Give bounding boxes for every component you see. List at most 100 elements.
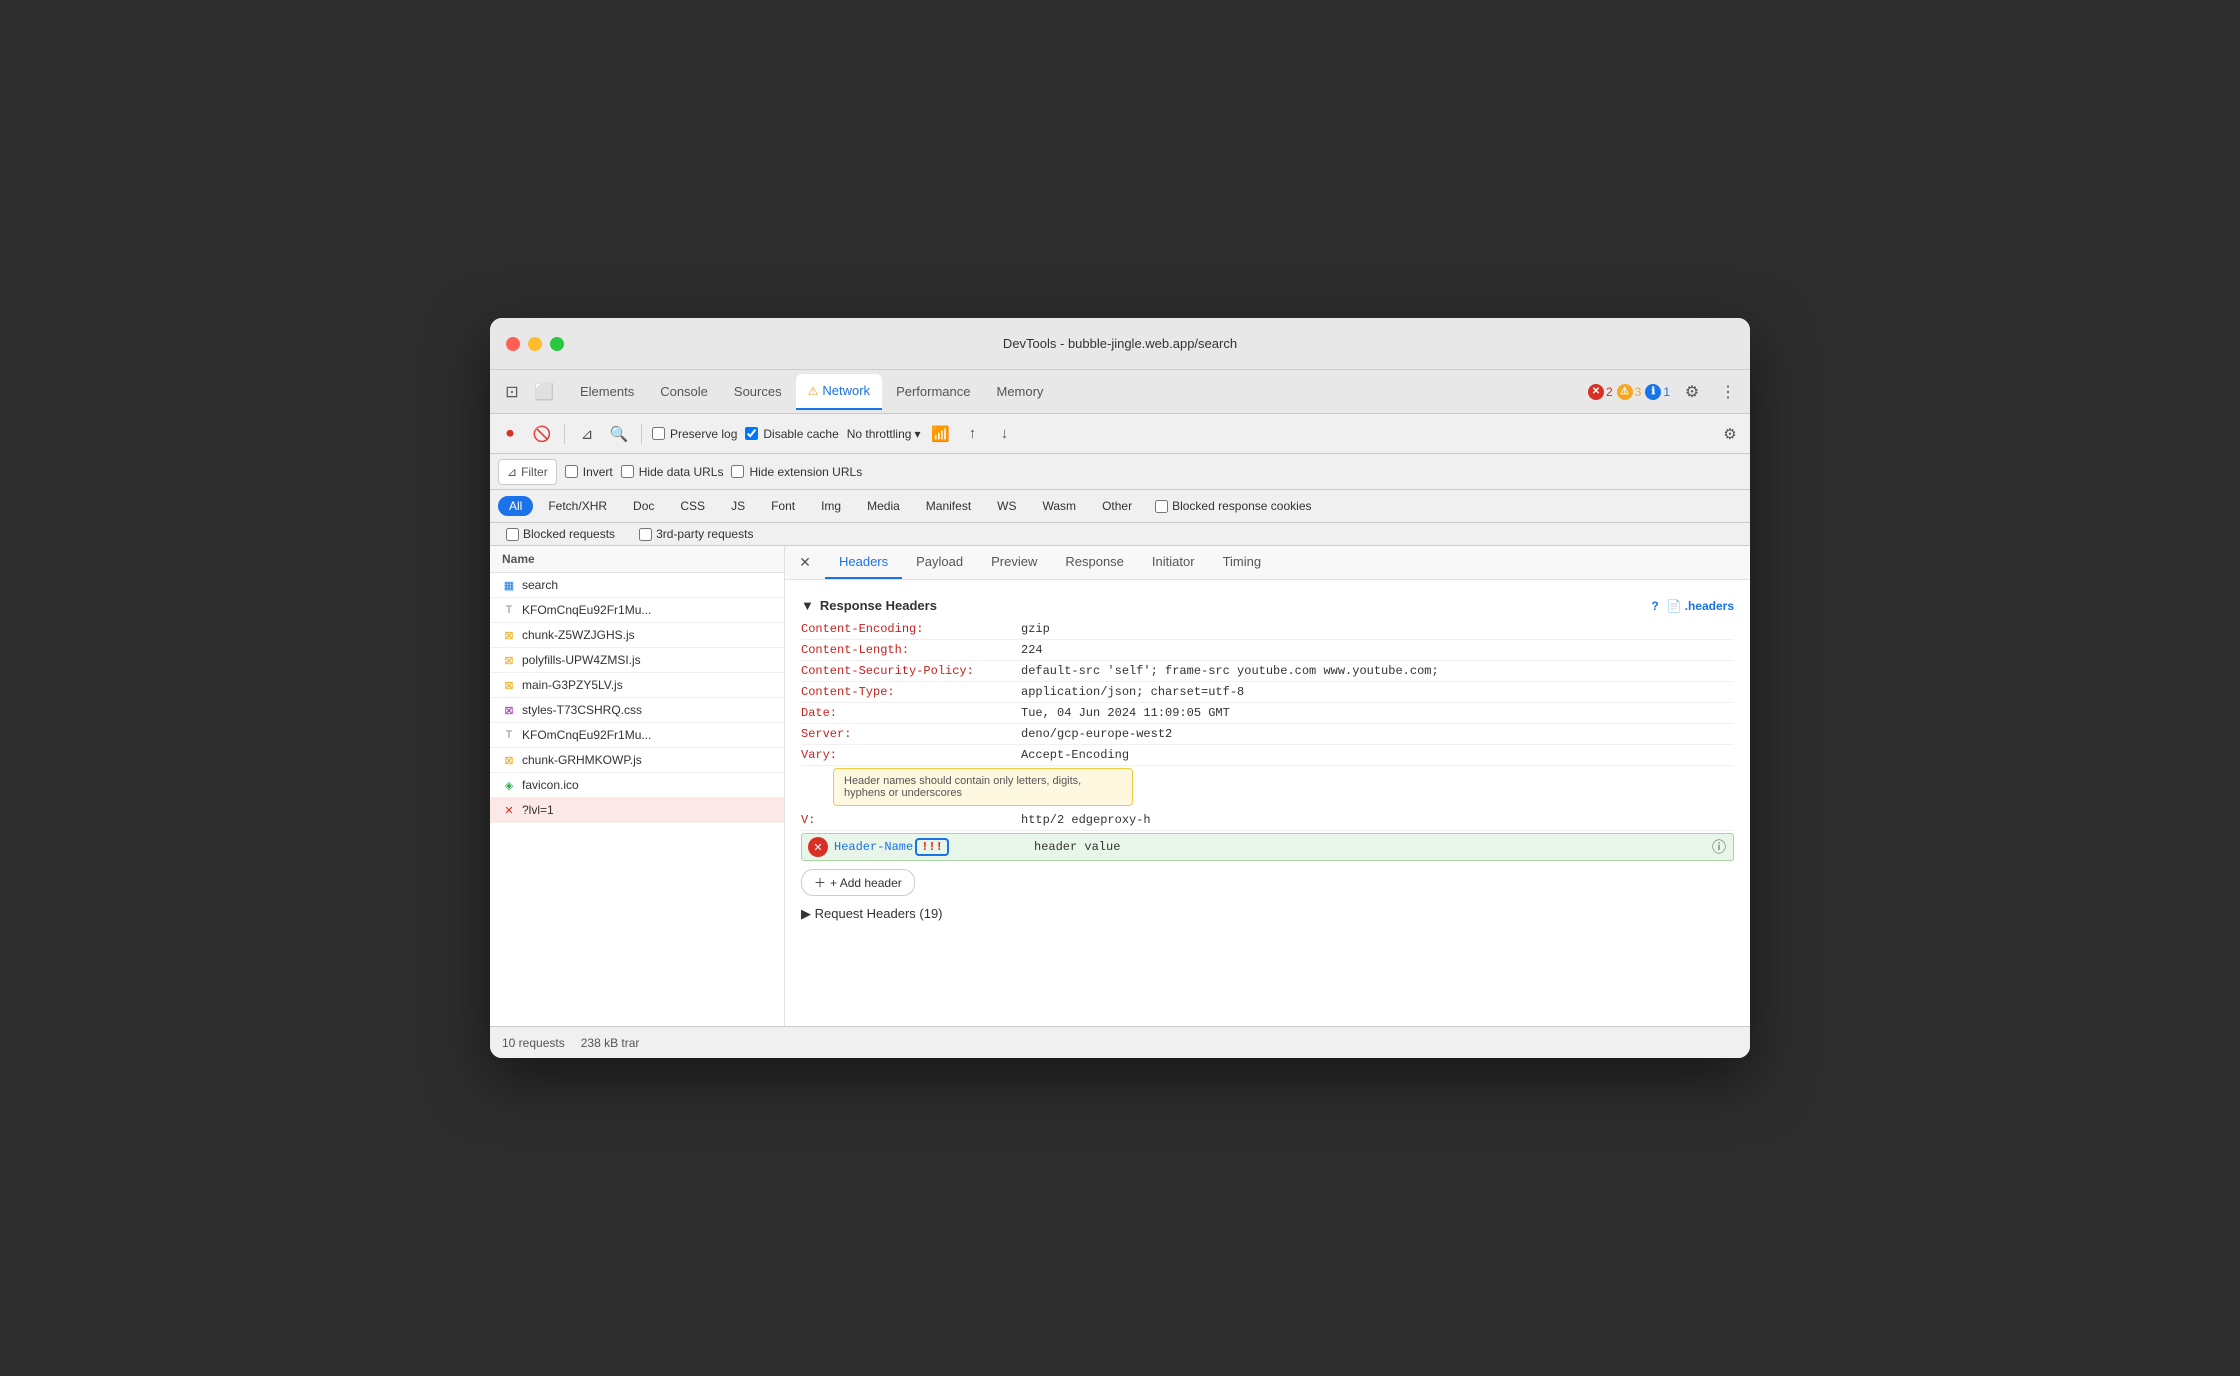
tab-network[interactable]: ⚠ Network [796, 374, 882, 410]
blocked-requests-input[interactable] [506, 528, 519, 541]
add-header-button[interactable]: ＋ + Add header [801, 869, 915, 896]
record-button[interactable]: ⏺ [498, 422, 522, 446]
devtools-body: ⊡ ⬜ Elements Console Sources ⚠ Network P… [490, 370, 1750, 1058]
info-badge: ℹ 1 [1645, 384, 1670, 400]
detail-content: ▼ Response Headers ? 📄 .headers Content [785, 580, 1750, 1026]
file-item-lvl1[interactable]: ✕ ?lvl=1 [490, 798, 784, 823]
tab-headers[interactable]: Headers [825, 546, 902, 579]
tooltip-content: Header names should contain only letters… [833, 768, 1133, 806]
type-btn-other[interactable]: Other [1091, 496, 1143, 516]
file-item-kfom2[interactable]: T KFOmCnqEu92Fr1Mu... [490, 723, 784, 748]
file-item-polyfills[interactable]: ⊠ polyfills-UPW4ZMSI.js [490, 648, 784, 673]
type-btn-img[interactable]: Img [810, 496, 852, 516]
type-btn-js[interactable]: JS [720, 496, 756, 516]
type-btn-css[interactable]: CSS [669, 496, 716, 516]
collapse-icon: ▼ [801, 598, 814, 613]
tab-bar-icons: ⊡ ⬜ [498, 378, 558, 406]
tab-preview[interactable]: Preview [977, 546, 1051, 579]
tab-performance[interactable]: Performance [884, 374, 982, 410]
more-options-icon[interactable]: ⋮ [1714, 378, 1742, 406]
close-detail-button[interactable]: ✕ [793, 551, 817, 575]
type-btn-font[interactable]: Font [760, 496, 806, 516]
file-item-chunk-grh[interactable]: ⊠ chunk-GRHMKOWP.js [490, 748, 784, 773]
throttle-select[interactable]: No throttling ▾ [847, 427, 921, 441]
tab-response[interactable]: Response [1051, 546, 1138, 579]
type-btn-manifest[interactable]: Manifest [915, 496, 982, 516]
wifi-icon[interactable]: 📶 [928, 422, 952, 446]
type-btn-fetch[interactable]: Fetch/XHR [537, 496, 618, 516]
transferred-size: 238 kB trar [581, 1036, 640, 1050]
maximize-button[interactable] [550, 337, 564, 351]
tab-elements[interactable]: Elements [568, 374, 646, 410]
disable-cache-checkbox[interactable]: Disable cache [745, 427, 838, 441]
device-toolbar-icon[interactable]: ⬜ [530, 378, 558, 406]
status-bar: 10 requests 238 kB trar [490, 1026, 1750, 1058]
clear-button[interactable]: 🚫 [530, 422, 554, 446]
close-button[interactable] [506, 337, 520, 351]
disable-cache-input[interactable] [745, 427, 758, 440]
type-btn-media[interactable]: Media [856, 496, 911, 516]
warn-badge: ⚠ 3 [1617, 384, 1642, 400]
tab-console[interactable]: Console [648, 374, 720, 410]
preserve-log-input[interactable] [652, 427, 665, 440]
inspect-element-icon[interactable]: ⊡ [498, 378, 526, 406]
minimize-button[interactable] [528, 337, 542, 351]
hide-ext-urls-checkbox[interactable]: Hide extension URLs [731, 465, 862, 479]
tab-sources[interactable]: Sources [722, 374, 794, 410]
type-btn-all[interactable]: All [498, 496, 533, 516]
export-icon[interactable]: ↑ [960, 422, 984, 446]
help-icon[interactable]: ? [1651, 599, 1658, 613]
file-item-search[interactable]: ▦ search [490, 573, 784, 598]
file-item-main[interactable]: ⊠ main-G3PZY5LV.js [490, 673, 784, 698]
request-headers-section[interactable]: ▶ Request Headers (19) [801, 902, 1734, 926]
type-btn-doc[interactable]: Doc [622, 496, 665, 516]
js-icon3: ⊠ [502, 678, 516, 692]
blocked-cookies-input[interactable] [1155, 500, 1168, 513]
header-row-content-type: Content-Type: application/json; charset=… [801, 682, 1734, 703]
file-item-chunk-z5w[interactable]: ⊠ chunk-Z5WZJGHS.js [490, 623, 784, 648]
header-row-content-encoding: Content-Encoding: gzip [801, 619, 1734, 640]
preserve-log-checkbox[interactable]: Preserve log [652, 427, 737, 441]
detail-tabs: ✕ Headers Payload Preview Response Initi… [785, 546, 1750, 580]
third-party-input[interactable] [639, 528, 652, 541]
file-item-styles[interactable]: ⊠ styles-T73CSHRQ.css [490, 698, 784, 723]
hide-data-urls-checkbox[interactable]: Hide data URLs [621, 465, 724, 479]
invert-input[interactable] [565, 465, 578, 478]
tab-memory[interactable]: Memory [984, 374, 1055, 410]
tab-timing[interactable]: Timing [1209, 546, 1276, 579]
right-panel: ✕ Headers Payload Preview Response Initi… [785, 546, 1750, 1026]
file-list: Name ▦ search T KFOmCnqEu92Fr1Mu... ⊠ ch… [490, 546, 785, 1026]
network-toolbar: ⏺ 🚫 ⊿ 🔍 Preserve log Disable cache No th… [490, 414, 1750, 454]
header-row-content-length: Content-Length: 224 [801, 640, 1734, 661]
invert-checkbox[interactable]: Invert [565, 465, 613, 479]
blocked-requests-checkbox[interactable]: Blocked requests [506, 527, 615, 541]
tab-bar-right: ✕ 2 ⚠ 3 ℹ 1 ⚙ ⋮ [1588, 378, 1742, 406]
type-btn-ws[interactable]: WS [986, 496, 1027, 516]
header-value-field[interactable]: header value [1034, 840, 1709, 854]
blocked-cookies-checkbox[interactable]: Blocked response cookies [1155, 499, 1311, 513]
hide-ext-urls-input[interactable] [731, 465, 744, 478]
font-icon: T [502, 603, 516, 617]
search-icon[interactable]: 🔍 [607, 422, 631, 446]
file-item-kfom1[interactable]: T KFOmCnqEu92Fr1Mu... [490, 598, 784, 623]
settings-icon[interactable]: ⚙ [1678, 378, 1706, 406]
tab-initiator[interactable]: Initiator [1138, 546, 1209, 579]
js-icon: ⊠ [502, 628, 516, 642]
filter-icon[interactable]: ⊿ [575, 422, 599, 446]
headers-file-link[interactable]: 📄 .headers [1667, 599, 1734, 613]
header-name-field[interactable]: Header-Name!!! [834, 838, 1034, 856]
chevron-down-icon: ▾ [914, 427, 920, 441]
response-headers-section[interactable]: ▼ Response Headers ? 📄 .headers [801, 592, 1734, 619]
doc-icon: ▦ [502, 578, 516, 592]
network-settings-icon[interactable]: ⚙ [1718, 422, 1742, 446]
file-item-favicon[interactable]: ◈ favicon.ico [490, 773, 784, 798]
import-icon[interactable]: ↓ [992, 422, 1016, 446]
third-party-checkbox[interactable]: 3rd-party requests [639, 527, 753, 541]
type-btn-wasm[interactable]: Wasm [1032, 496, 1088, 516]
info-icon: ℹ [1645, 384, 1661, 400]
tab-payload[interactable]: Payload [902, 546, 977, 579]
delete-header-button[interactable]: ✕ [808, 837, 828, 857]
header-info-icon[interactable]: ⓘ [1709, 837, 1729, 857]
filter-input-container[interactable]: ⊿ Filter [498, 459, 557, 485]
hide-data-urls-input[interactable] [621, 465, 634, 478]
